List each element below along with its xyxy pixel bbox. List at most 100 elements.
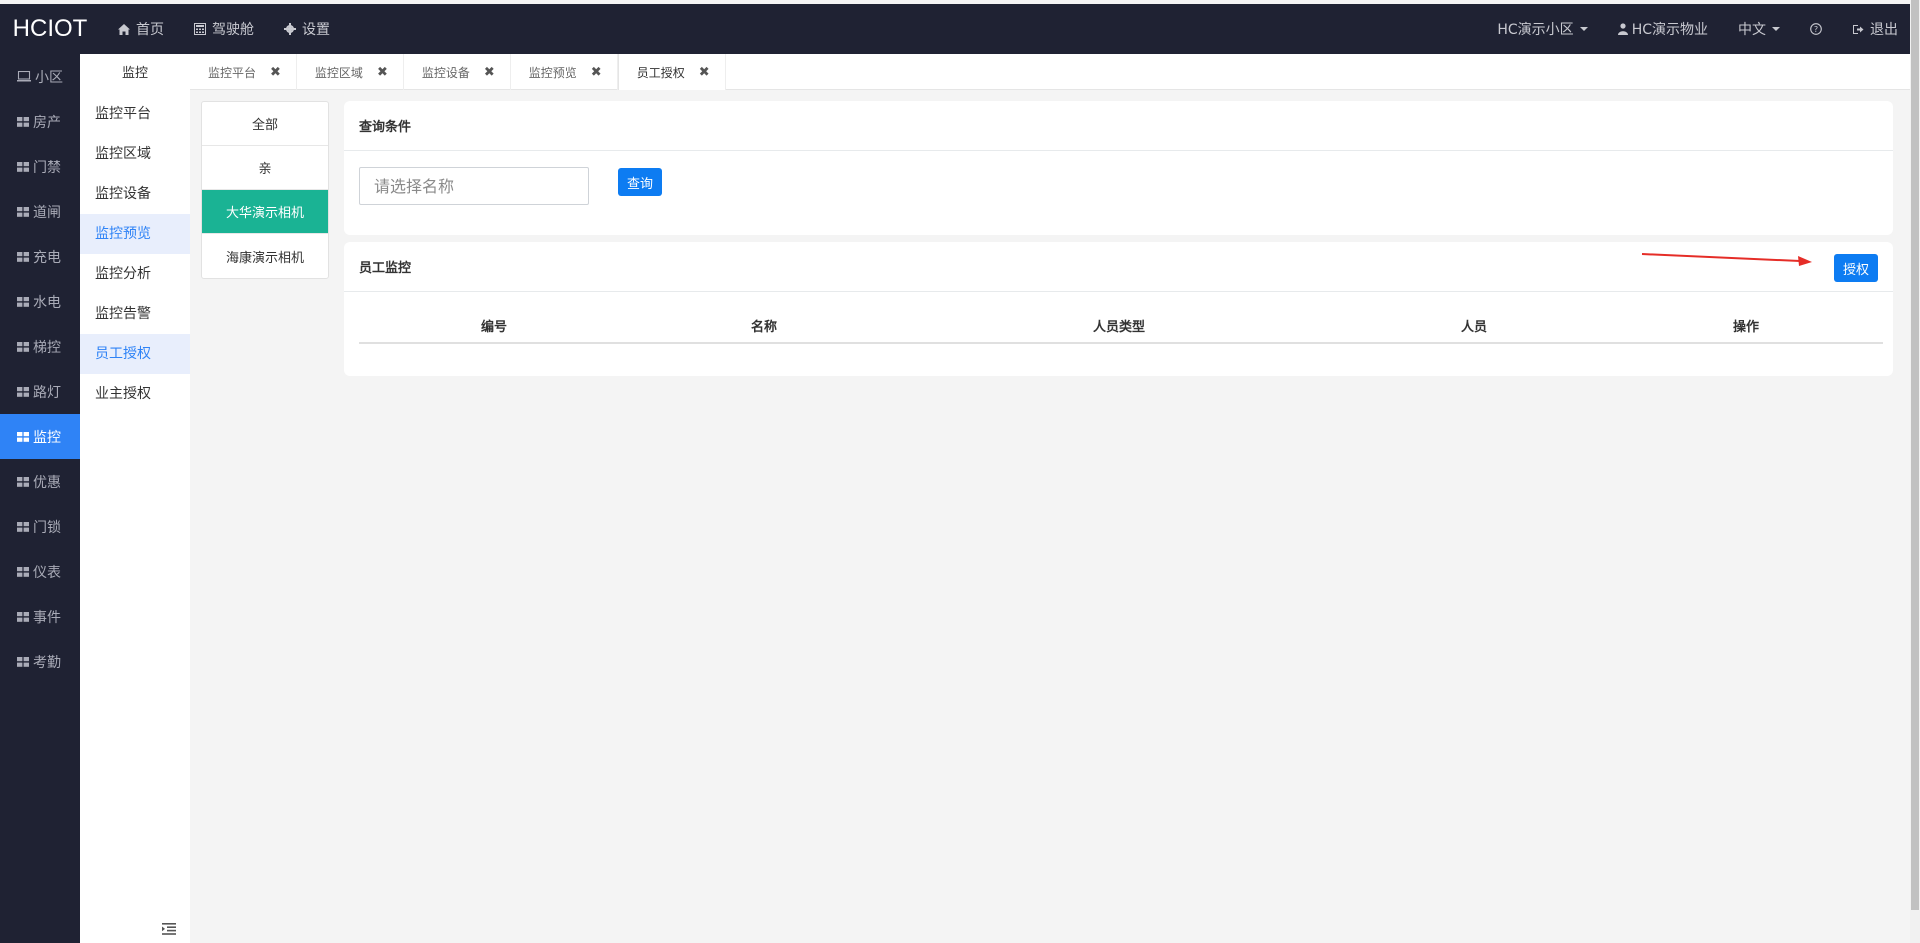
sidebar-item-6[interactable]: 梯控: [0, 324, 80, 369]
column-header-4: 操作: [1732, 319, 1759, 335]
sidebar-item-3[interactable]: 道闸: [0, 189, 80, 234]
sidebar-item-11[interactable]: 仪表: [0, 549, 80, 594]
submenu-item-2[interactable]: 监控设备: [80, 174, 190, 214]
close-icon[interactable]: ✖: [484, 65, 495, 80]
scrollbar-thumb[interactable]: [1911, 0, 1919, 910]
tab-label: 监控预览: [528, 65, 577, 80]
camera-list: 全部亲大华演示相机 海康演示相机: [201, 101, 329, 279]
user-icon: [1617, 23, 1628, 35]
sidebar-item-7[interactable]: 路灯: [0, 369, 80, 414]
chevron-down-icon: [1772, 27, 1780, 31]
page-scrollbar[interactable]: [1910, 0, 1920, 943]
tab-label: 监控设备: [421, 65, 470, 80]
grid-icon: [17, 566, 29, 577]
nav-cockpit-label: 驾驶舱: [212, 22, 254, 38]
sidebar-item-label: 小区: [35, 69, 63, 86]
sidebar-item-label: 道闸: [33, 204, 61, 221]
sidebar-item-label: 门禁: [33, 159, 61, 176]
sidebar-item-9[interactable]: 优惠: [0, 459, 80, 504]
grid-icon: [17, 611, 29, 622]
sidebar-item-4[interactable]: 充电: [0, 234, 80, 279]
nav-settings-label: 设置: [302, 22, 330, 38]
community-dropdown[interactable]: HC演示小区: [1497, 19, 1588, 39]
question-circle-icon: ?: [1810, 23, 1822, 35]
sign-out-icon: [1853, 24, 1864, 34]
tab-label: 员工授权: [636, 65, 685, 80]
property-label: HC演示物业: [1631, 22, 1708, 38]
tab-3[interactable]: 监控预览 ✖: [511, 54, 618, 90]
authorize-button[interactable]: 授权: [1834, 254, 1878, 282]
staff-table: 编号 名称 人员类型 人员 操作: [359, 308, 1883, 344]
sidebar-item-label: 事件: [33, 609, 61, 626]
close-icon[interactable]: ✖: [591, 65, 602, 80]
svg-text:?: ?: [1814, 25, 1818, 34]
red-arrow-annotation: [1641, 253, 1812, 266]
query-panel-title: 查询条件: [344, 101, 1893, 151]
calculator-icon: [194, 23, 206, 35]
grid-icon: [17, 431, 29, 442]
close-icon[interactable]: ✖: [699, 65, 710, 80]
monitor-icon: [17, 71, 31, 82]
language-dropdown[interactable]: 中文: [1738, 19, 1780, 39]
tab-label: 监控区域: [314, 65, 363, 80]
submenu-item-0[interactable]: 监控平台: [80, 94, 190, 134]
property-user[interactable]: HC演示物业: [1617, 19, 1708, 39]
language-label: 中文: [1738, 22, 1766, 38]
sidebar-item-label: 梯控: [33, 339, 61, 356]
sidebar-item-label: 仪表: [33, 564, 61, 581]
logout-button[interactable]: 退出: [1852, 19, 1898, 39]
camera-item-2[interactable]: 大华演示相机: [202, 190, 328, 234]
sidebar-item-2[interactable]: 门禁: [0, 144, 80, 189]
sidebar-item-label: 充电: [33, 249, 61, 266]
submenu-item-7[interactable]: 业主授权: [80, 374, 190, 414]
sidebar-item-0[interactable]: 小区: [0, 54, 80, 99]
sidebar-item-5[interactable]: 水电: [0, 279, 80, 324]
sidebar-item-10[interactable]: 门锁: [0, 504, 80, 549]
sidebar-item-label: 监控: [33, 429, 61, 446]
home-icon: [118, 23, 130, 35]
tab-0[interactable]: 监控平台 ✖: [190, 54, 297, 90]
tab-2[interactable]: 监控设备 ✖: [404, 54, 511, 90]
sidebar-item-label: 考勤: [33, 654, 61, 671]
nav-settings[interactable]: 设置: [284, 19, 330, 39]
tab-4[interactable]: 员工授权 ✖: [617, 54, 726, 90]
nav-home[interactable]: 首页: [118, 19, 164, 39]
name-search-input[interactable]: [359, 167, 589, 205]
camera-item-0[interactable]: 全部: [202, 102, 328, 146]
nav-cockpit[interactable]: 驾驶舱: [194, 19, 254, 39]
tab-1[interactable]: 监控区域 ✖: [297, 54, 404, 90]
help-button[interactable]: ?: [1810, 23, 1822, 35]
gear-icon: [284, 23, 296, 35]
top-navbar: HCIOT 首页 驾驶舱 设置 HC演示小区 HC演示物业 中文 ? 退出: [0, 4, 1910, 54]
camera-item-3[interactable]: 海康演示相机: [202, 234, 328, 278]
submenu-item-3[interactable]: 监控预览: [80, 214, 190, 254]
sidebar-item-8[interactable]: 监控: [0, 414, 80, 459]
submenu-item-6[interactable]: 员工授权: [80, 334, 190, 374]
submenu-item-1[interactable]: 监控区域: [80, 134, 190, 174]
table-header: 编号 名称 人员类型 人员 操作: [359, 308, 1883, 344]
grid-icon: [17, 251, 29, 262]
close-icon[interactable]: ✖: [377, 65, 388, 80]
sidebar-item-1[interactable]: 房产: [0, 99, 80, 144]
community-label: HC演示小区: [1497, 22, 1574, 38]
grid-icon: [17, 341, 29, 352]
query-panel: 查询条件 查询: [344, 101, 1893, 235]
sidebar-item-label: 路灯: [33, 384, 61, 401]
chevron-down-icon: [1579, 27, 1588, 31]
top-right-menu: HC演示小区 HC演示物业 中文 ? 退出: [1467, 19, 1898, 39]
grid-icon: [17, 296, 29, 307]
sidebar-item-label: 优惠: [33, 474, 61, 491]
grid-icon: [17, 476, 29, 487]
submenu-item-4[interactable]: 监控分析: [80, 254, 190, 294]
camera-item-1[interactable]: 亲: [202, 146, 328, 190]
query-button[interactable]: 查询: [618, 168, 662, 196]
grid-icon: [17, 386, 29, 397]
submenu-item-5[interactable]: 监控告警: [80, 294, 190, 334]
column-header-2: 人员类型: [1092, 319, 1145, 335]
sidebar-item-13[interactable]: 考勤: [0, 639, 80, 684]
close-icon[interactable]: ✖: [270, 65, 281, 80]
grid-icon: [17, 206, 29, 217]
sidebar-item-12[interactable]: 事件: [0, 594, 80, 639]
collapse-menu-button[interactable]: [80, 915, 190, 943]
app-logo[interactable]: HCIOT: [0, 15, 100, 43]
